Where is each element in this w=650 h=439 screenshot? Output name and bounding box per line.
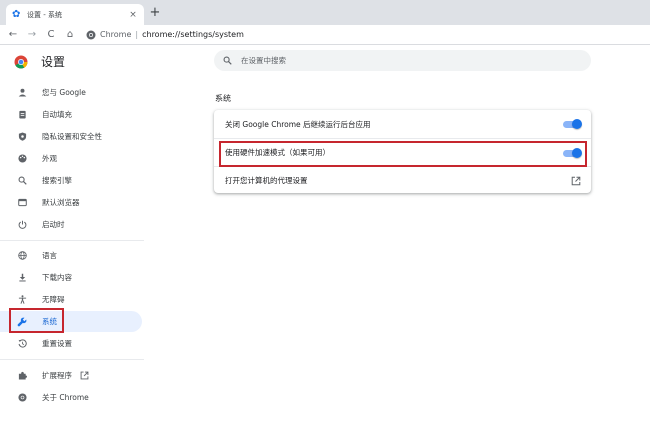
sidebar-item-downloads[interactable]: 下载内容 [0, 267, 142, 288]
chrome-icon [17, 393, 27, 403]
sidebar-item-label: 外观 [42, 154, 57, 163]
person-icon [17, 88, 27, 98]
download-icon [17, 273, 27, 283]
sidebar-item-label: 搜索引擎 [42, 176, 72, 185]
browser-window-icon [17, 198, 27, 208]
sidebar-item-label: 下载内容 [42, 273, 72, 282]
sidebar-item-languages[interactable]: 语言 [0, 245, 142, 266]
chrome-site-icon [86, 30, 96, 39]
forward-button[interactable]: → [25, 28, 39, 42]
chrome-logo-icon [14, 55, 28, 68]
sidebar-item-you-and-google[interactable]: 您与 Google [0, 82, 142, 103]
setting-label: 使用硬件加速模式（如果可用） [225, 148, 330, 157]
sidebar-item-label: 系统 [42, 317, 57, 326]
sidebar-divider [0, 240, 144, 241]
setting-label: 关闭 Google Chrome 后继续运行后台应用 [225, 119, 371, 129]
sidebar-item-search-engine[interactable]: 搜索引擎 [0, 170, 142, 191]
sidebar-item-about-chrome[interactable]: 关于 Chrome [0, 387, 142, 408]
setting-row-background-apps: 关闭 Google Chrome 后继续运行后台应用 [214, 110, 591, 138]
puzzle-icon [17, 371, 27, 381]
site-name: Chrome [100, 30, 132, 39]
search-input[interactable] [241, 56, 541, 65]
sidebar-item-label: 自动填充 [42, 110, 72, 119]
tab-title: 设置 - 系统 [27, 10, 62, 19]
gear-icon: ✿ [12, 8, 21, 20]
sidebar-item-label: 您与 Google [42, 88, 86, 97]
setting-row-hardware-acceleration: 使用硬件加速模式（如果可用） [214, 138, 591, 166]
home-button[interactable]: ⌂ [63, 28, 77, 42]
url-text: chrome://settings/system [142, 30, 244, 39]
sidebar-item-label: 启动时 [42, 220, 65, 229]
open-external-icon[interactable] [571, 176, 581, 186]
settings-header: 设置 [14, 53, 65, 70]
address-bar[interactable]: Chrome | chrome://settings/system [86, 27, 244, 43]
browser-toolbar: ← → C ⌂ Chrome | chrome://settings/syste… [0, 25, 650, 45]
sidebar-item-reset[interactable]: 重置设置 [0, 333, 142, 354]
sidebar-item-appearance[interactable]: 外观 [0, 148, 142, 169]
url-separator: | [135, 30, 139, 39]
external-link-icon [80, 371, 89, 380]
wrench-icon [17, 317, 27, 327]
toggle-knob [572, 147, 582, 158]
globe-icon [17, 251, 27, 261]
sidebar-item-default-browser[interactable]: 默认浏览器 [0, 192, 142, 213]
power-icon [17, 220, 27, 230]
settings-tab[interactable]: ✿ 设置 - 系统 × [6, 4, 144, 25]
palette-icon [17, 154, 27, 164]
sidebar-item-system[interactable]: 系统 [0, 311, 142, 332]
sidebar-item-label: 默认浏览器 [42, 198, 80, 207]
back-button[interactable]: ← [6, 28, 20, 42]
toggle-knob [572, 119, 582, 129]
clipboard-icon [17, 110, 27, 120]
setting-row-proxy-settings[interactable]: 打开您计算机的代理设置 [214, 166, 591, 194]
sidebar-item-label: 语言 [42, 251, 57, 260]
section-title: 系统 [215, 94, 231, 103]
settings-sidebar: 设置 您与 Google 自动填充 隐私设置和安全性 外观 搜索引擎 默认浏览器… [0, 45, 150, 439]
shield-icon [17, 132, 27, 142]
sidebar-divider [0, 359, 144, 360]
search-icon [223, 56, 232, 65]
reset-icon [17, 339, 27, 349]
sidebar-item-privacy[interactable]: 隐私设置和安全性 [0, 126, 142, 147]
new-tab-button[interactable]: + [148, 6, 162, 20]
sidebar-item-label: 隐私设置和安全性 [42, 132, 102, 141]
page-title: 设置 [41, 55, 66, 69]
sidebar-item-accessibility[interactable]: 无障碍 [0, 289, 142, 310]
setting-label: 打开您计算机的代理设置 [225, 176, 308, 185]
sidebar-item-label: 扩展程序 [42, 371, 72, 380]
background-apps-toggle[interactable] [563, 119, 582, 129]
sidebar-item-label: 关于 Chrome [42, 393, 89, 402]
system-settings-card: 关闭 Google Chrome 后继续运行后台应用 使用硬件加速模式（如果可用… [214, 110, 591, 193]
search-icon [17, 176, 27, 186]
hardware-acceleration-toggle[interactable] [563, 147, 582, 158]
tab-strip: ✿ 设置 - 系统 × + [0, 0, 650, 25]
sidebar-item-extensions[interactable]: 扩展程序 [0, 365, 142, 386]
reload-button[interactable]: C [44, 28, 58, 42]
settings-search-box[interactable] [214, 50, 591, 71]
sidebar-item-on-startup[interactable]: 启动时 [0, 214, 142, 235]
sidebar-item-autofill[interactable]: 自动填充 [0, 104, 142, 125]
sidebar-item-label: 无障碍 [42, 295, 65, 304]
accessibility-icon [17, 295, 27, 305]
sidebar-item-label: 重置设置 [42, 339, 72, 348]
close-tab-icon[interactable]: × [128, 10, 138, 20]
